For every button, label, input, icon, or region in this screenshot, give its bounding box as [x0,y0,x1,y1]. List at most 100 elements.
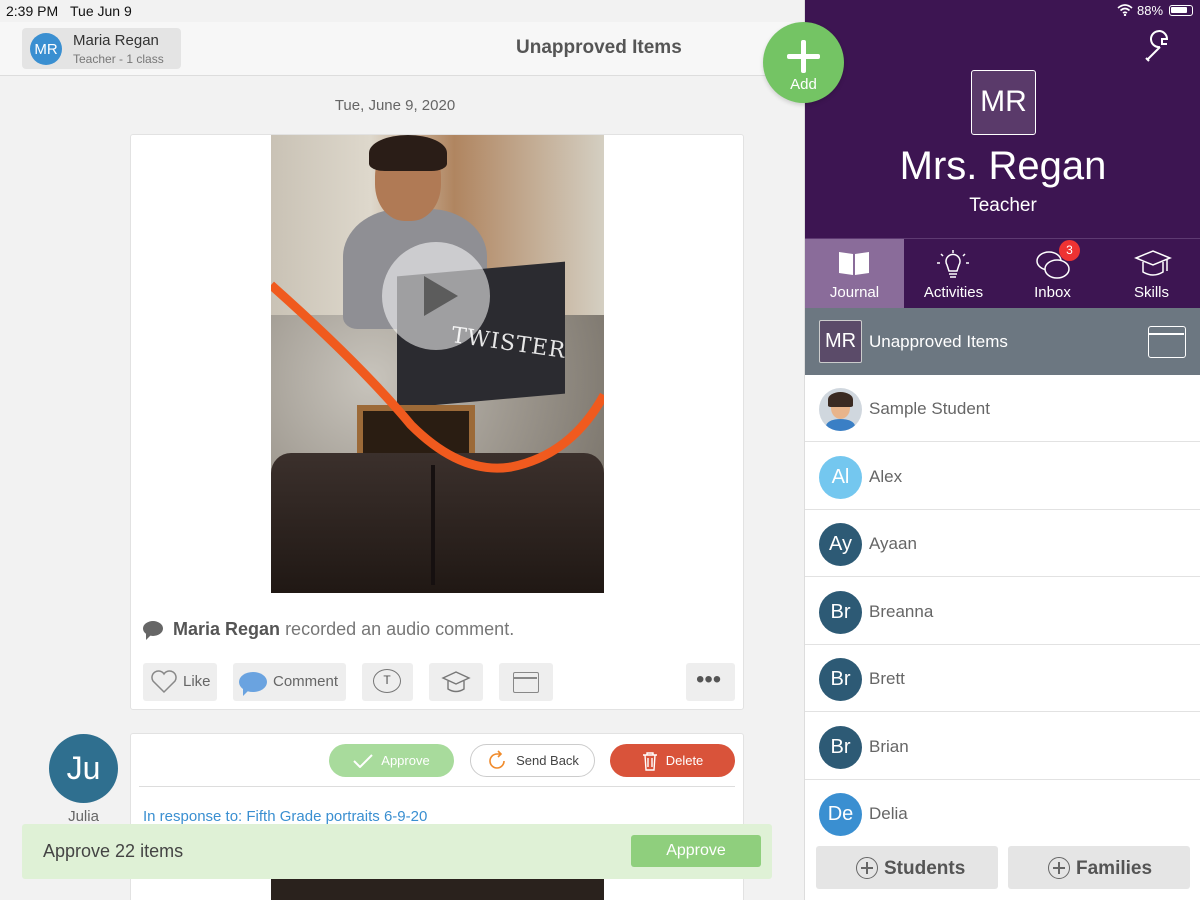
teacher-profile: 88% MR Mrs. Regan Teacher [805,0,1200,238]
status-bar: 2:39 PM Tue Jun 9 [0,0,804,22]
add-button[interactable]: Add [763,22,844,103]
checkmark-icon [353,753,373,768]
teacher-name: Mrs. Regan [899,144,1107,188]
battery-icon [1169,5,1193,16]
add-families-button[interactable]: Families [1008,846,1190,889]
student-avatar: Br [819,590,862,634]
approve-count-text: Approve 22 items [43,841,184,861]
delete-label: Delete [665,753,704,768]
students-label: Students [884,858,966,879]
families-label: Families [1076,858,1153,879]
status-date: Tue Jun 9 [70,3,132,19]
delete-button[interactable]: Delete [610,744,735,777]
ellipsis-icon: ••• [696,666,722,693]
tab-skills[interactable]: Skills [1102,239,1200,309]
student-name: Alex [869,466,903,486]
add-button-label: Add [790,76,817,93]
feed-header: MR Maria Regan Teacher - 1 class Unappro… [0,22,804,76]
activity-text: Maria Regan recorded an audio comment. [143,619,514,640]
plus-circle-icon [1048,857,1070,879]
comment-description: recorded an audio comment. [285,619,515,639]
battery-percentage: 88% [1137,3,1164,18]
author-avatar[interactable]: Ju [49,734,118,803]
trash-icon [642,751,657,771]
unapproved-avatar: MR [819,320,862,363]
wifi-icon [1117,4,1133,16]
student-avatar: Ay [819,523,862,566]
tab-journal[interactable]: Journal [805,239,904,309]
tab-skills-label: Skills [1133,284,1169,301]
status-bar-right: 88% [805,0,1200,22]
unapproved-items-row[interactable]: MR Unapproved Items [805,308,1200,375]
student-name: Brian [869,736,909,756]
folder-icon[interactable] [1148,326,1186,358]
comment-bubble-icon [143,621,163,640]
approve-button[interactable]: Approve [329,744,454,777]
wrench-icon[interactable] [1143,30,1177,64]
status-time: 2:39 PM [6,3,59,19]
tab-inbox-label: Inbox [1034,284,1071,301]
feed-date: Tue, June 9, 2020 [334,97,456,114]
post-card: TWISTER Maria Regan recorded an audio co… [130,134,744,710]
add-skill-button[interactable] [429,663,483,701]
student-avatar: Al [819,455,862,499]
tab-journal-label: Journal [829,284,880,301]
approve-all-button[interactable]: Approve [631,835,761,867]
unapproved-label: Unapproved Items [869,332,1008,351]
student-name: Brett [869,669,905,688]
folder-button[interactable] [499,663,553,701]
bottom-actions: Students Families [805,838,1200,900]
teacher-role: Teacher [969,195,1037,216]
student-row[interactable]: Br Breanna [805,577,1200,645]
student-avatar [819,388,862,431]
play-icon[interactable] [382,242,490,350]
class-sidebar: 88% MR Mrs. Regan Teacher Journal Activi… [804,0,1200,900]
commenter-name: Maria Regan [173,619,281,639]
book-icon [839,252,869,275]
lightbulb-icon [937,250,969,278]
student-row[interactable]: Ay Ayaan [805,510,1200,577]
page-title: Unapproved Items [516,37,682,58]
inbox-badge: 3 [1059,240,1080,261]
more-options-button[interactable]: ••• [686,663,735,701]
response-link[interactable]: In response to: Fifth Grade portraits 6-… [143,808,427,825]
post-image-thumbnail[interactable] [271,877,604,900]
folder-icon [513,672,539,693]
approve-label: Approve [381,753,430,768]
post-actions: Like Comment T ••• [143,663,737,701]
comment-button[interactable]: Comment [233,663,346,701]
send-back-label: Send Back [516,753,579,768]
student-avatar: De [819,793,862,836]
student-name: Delia [869,804,908,823]
graduation-cap-icon [1134,250,1172,276]
like-button[interactable]: Like [143,663,217,701]
approve-all-bar: Approve 22 items Approve [22,824,772,879]
text-comment-button[interactable]: T [362,663,413,701]
tab-inbox[interactable]: 3 Inbox [1003,239,1102,309]
comment-icon [239,672,267,696]
text-bubble-icon: T [373,669,401,693]
teacher-avatar[interactable]: MR [971,70,1036,135]
tab-activities-label: Activities [923,284,984,301]
student-avatar: Br [819,658,862,701]
author-name: Julia [68,808,99,825]
send-back-button[interactable]: Send Back [470,744,595,777]
sidebar-tabs: Journal Activities 3 Inbox Skills [805,238,1200,309]
student-row[interactable]: Br Brian [805,712,1200,780]
video-thumbnail[interactable]: TWISTER [271,135,604,593]
student-row[interactable]: Sample Student [805,375,1200,442]
student-row[interactable]: De Delia [805,780,1200,847]
heart-icon [151,670,177,694]
student-name: Sample Student [869,399,990,418]
plus-circle-icon [856,857,878,879]
student-name: Breanna [869,601,934,621]
student-row[interactable]: Al Alex [805,442,1200,510]
journal-feed[interactable]: Tue, June 9, 2020 TWISTER Maria Regan re… [0,77,804,900]
hose-graphic [271,281,604,473]
add-students-button[interactable]: Students [816,846,998,889]
send-back-icon [489,749,505,769]
graduation-cap-icon [441,671,471,693]
tab-activities[interactable]: Activities [904,239,1003,309]
plus-icon [787,40,820,73]
student-row[interactable]: Br Brett [805,645,1200,712]
